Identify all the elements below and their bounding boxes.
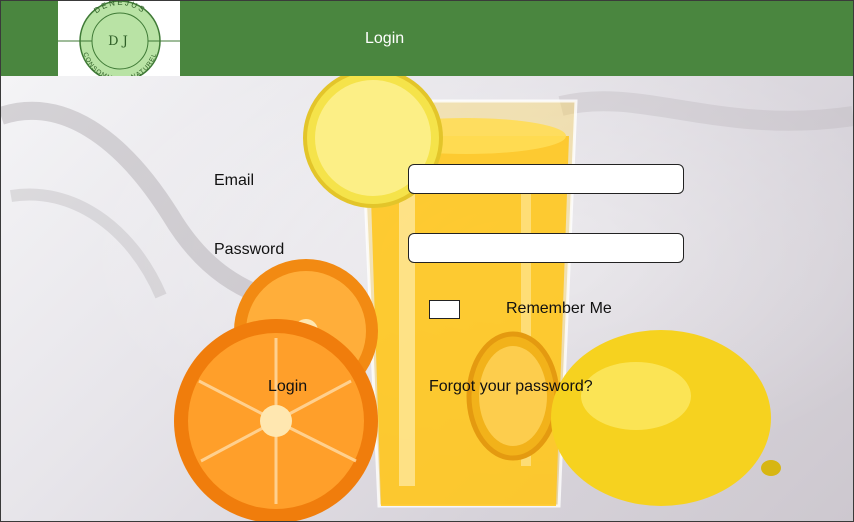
email-field[interactable] xyxy=(408,164,684,194)
remember-me-checkbox[interactable] xyxy=(429,300,460,319)
remember-me-label: Remember Me xyxy=(506,300,612,317)
background-photo xyxy=(1,76,853,521)
logo-container[interactable]: DENEJUS CONSOMMONS NATUREL DJ xyxy=(58,1,180,78)
email-label: Email xyxy=(214,172,255,189)
logo-initials: DJ xyxy=(108,34,132,49)
juice-photo-illustration xyxy=(1,76,853,521)
page-title: Login xyxy=(365,30,405,47)
password-label: Password xyxy=(214,241,285,258)
forgot-password-link[interactable]: Forgot your password? xyxy=(429,378,593,396)
login-button[interactable]: Login xyxy=(268,378,307,396)
top-bar: DENEJUS CONSOMMONS NATUREL DJ Login xyxy=(1,1,853,78)
login-window: DENEJUS CONSOMMONS NATUREL DJ Login xyxy=(0,0,854,522)
password-field[interactable] xyxy=(408,233,684,263)
brand-logo-icon: DENEJUS CONSOMMONS NATUREL DJ xyxy=(58,1,180,78)
